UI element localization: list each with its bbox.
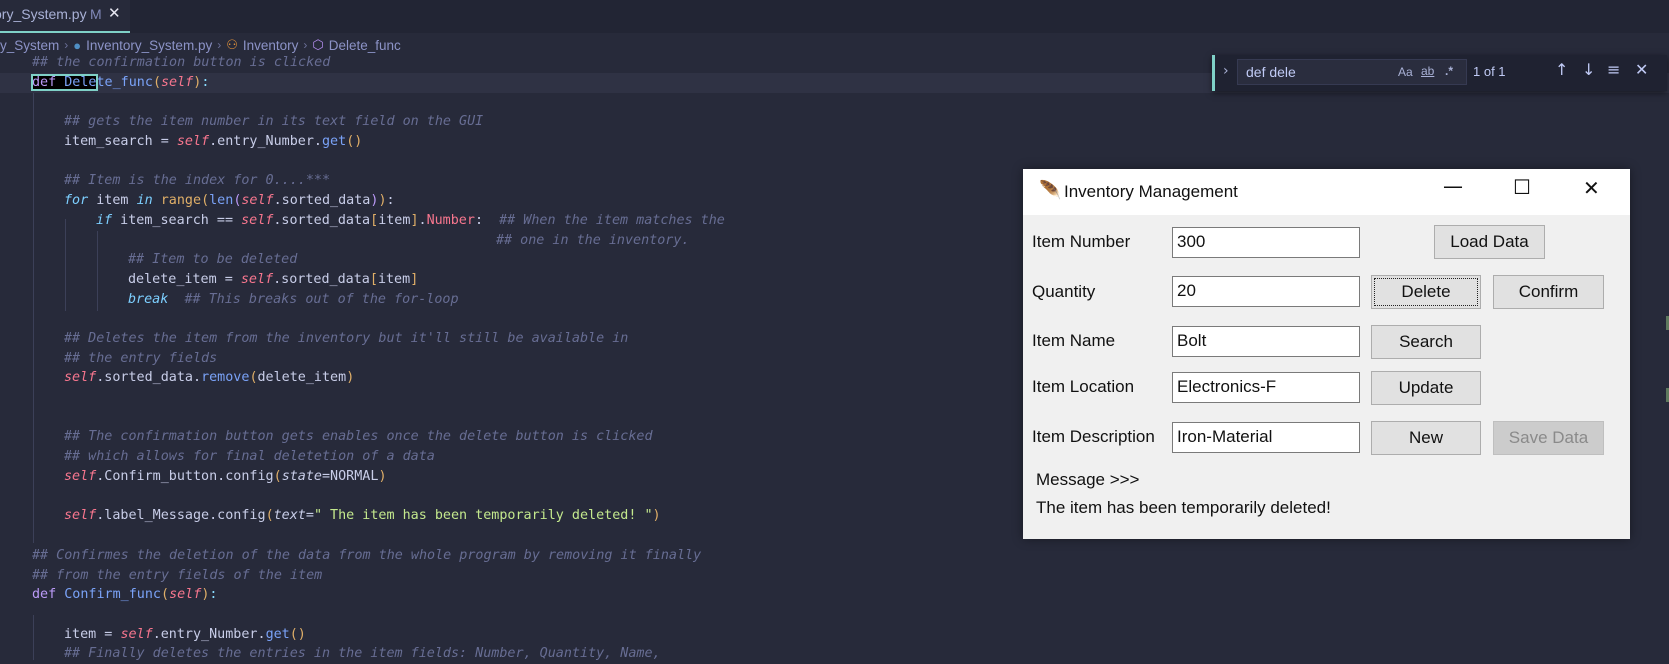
window-title: Inventory Management — [1064, 182, 1238, 201]
tab-filename: ory_System.py — [0, 6, 87, 22]
confirm-button[interactable]: Confirm — [1493, 275, 1604, 309]
code-line: ## Item to be deleted — [128, 252, 298, 267]
code-line: def Delete_func(self): — [31, 74, 210, 91]
close-icon[interactable]: ✕ — [108, 4, 121, 22]
save-data-button: Save Data — [1493, 421, 1604, 455]
indent-guide — [65, 219, 66, 311]
item-description-input[interactable]: Iron-Material — [1172, 422, 1360, 453]
close-icon[interactable]: ✕ — [1635, 60, 1648, 79]
minimize-icon[interactable]: — — [1443, 174, 1463, 198]
chevron-right-icon: › — [64, 38, 69, 52]
code-line: ## Item is the index for 0....*** — [64, 173, 331, 188]
item-number-input[interactable]: 300 — [1172, 227, 1360, 258]
code-line: self.Confirm_button.config(state=NORMAL) — [64, 469, 387, 484]
previous-match-arrow-up-icon[interactable]: ↑ — [1555, 60, 1568, 79]
find-input[interactable]: def dele Aa ab .* — [1237, 59, 1467, 85]
match-count: 1 of 1 — [1473, 64, 1506, 79]
feather-app-icon: 🪶 — [1039, 180, 1062, 200]
code-line: ## gets the item number in its text fiel… — [64, 114, 484, 129]
item-description-label: Item Description — [1032, 427, 1155, 446]
tab-inventory-system[interactable]: ory_System.py M ✕ — [0, 0, 130, 33]
tab-bar: ory_System.py M ✕ — [0, 0, 1669, 33]
whole-word-icon[interactable]: ab — [1421, 64, 1434, 78]
code-line: ## Confirmes the deletion of the data fr… — [32, 548, 702, 563]
toggle-replace-chevron-icon[interactable]: › — [1223, 63, 1229, 79]
maximize-icon[interactable]: ☐ — [1513, 175, 1531, 199]
code-line: ## Deletes the item from the inventory b… — [64, 331, 629, 346]
indent-guide — [33, 93, 34, 543]
python-icon: ● — [73, 37, 82, 53]
code-line: ## which allows for final deletetion of … — [64, 449, 435, 464]
indent-guide — [97, 231, 98, 311]
new-button[interactable]: New — [1371, 421, 1481, 455]
search-match-highlight: def Dele — [31, 74, 98, 91]
code-line: if item_search == self.sorted_data[item]… — [96, 213, 725, 228]
method-cube-icon: ⬡ — [312, 37, 324, 52]
item-location-label: Item Location — [1032, 377, 1135, 396]
code-line: item = self.entry_Number.get() — [64, 627, 306, 642]
code-line: self.sorted_data.remove(delete_item) — [64, 370, 355, 385]
breadcrumb-item-folder[interactable]: y_System — [0, 38, 59, 53]
class-icon: ⚇ — [226, 37, 238, 52]
item-name-label: Item Name — [1032, 331, 1116, 350]
code-line: item_search = self.entry_Number.get() — [64, 134, 363, 149]
update-button[interactable]: Update — [1371, 371, 1481, 405]
code-line: ## one in the inventory. — [496, 233, 690, 248]
inventory-management-window: 🪶 Inventory Management — ☐ ✕ Item Number… — [1023, 169, 1630, 539]
code-line: delete_item = self.sorted_data[item] — [128, 272, 419, 287]
next-match-arrow-down-icon[interactable]: ↓ — [1582, 60, 1595, 79]
breadcrumb: y_System › ● Inventory_System.py › ⚇ Inv… — [0, 35, 401, 55]
breadcrumb-item-method[interactable]: Delete_func — [329, 38, 401, 53]
code-line: ## from the entry fields of the item — [32, 568, 323, 583]
search-button[interactable]: Search — [1371, 325, 1481, 359]
breadcrumb-item-class[interactable]: Inventory — [243, 38, 299, 53]
modified-badge: M — [90, 6, 102, 22]
quantity-label: Quantity — [1032, 282, 1096, 301]
chevron-right-icon: › — [217, 38, 222, 52]
code-line: self.label_Message.config(text=" The ite… — [64, 508, 661, 523]
close-icon[interactable]: ✕ — [1583, 176, 1600, 200]
code-line: ## Finally deletes the entries in the it… — [64, 646, 661, 661]
regex-icon[interactable]: .* — [1445, 64, 1453, 78]
chevron-right-icon: › — [303, 38, 308, 52]
find-in-selection-icon[interactable]: ≡ — [1607, 60, 1620, 79]
indent-guide — [33, 615, 34, 660]
window-titlebar[interactable]: 🪶 Inventory Management — ☐ ✕ — [1023, 169, 1630, 215]
item-name-input[interactable]: Bolt — [1172, 326, 1360, 357]
code-line: ## the entry fields — [64, 351, 218, 366]
breadcrumb-item-file[interactable]: Inventory_System.py — [86, 38, 212, 53]
delete-button[interactable]: Delete — [1371, 275, 1481, 309]
code-line: ## the confirmation button is clicked — [32, 55, 331, 70]
message-header: Message >>> — [1036, 470, 1140, 489]
code-line: ## The confirmation button gets enables … — [64, 429, 653, 444]
load-data-button[interactable]: Load Data — [1434, 225, 1545, 259]
find-widget: › def dele Aa ab .* 1 of 1 ↑ ↓ ≡ ✕ — [1212, 55, 1667, 91]
find-query: def dele — [1246, 64, 1296, 80]
match-case-icon[interactable]: Aa — [1398, 65, 1413, 79]
quantity-input[interactable]: 20 — [1172, 276, 1360, 307]
item-number-label: Item Number — [1032, 232, 1131, 251]
code-line: for item in range(len(self.sorted_data))… — [64, 193, 395, 208]
status-message: The item has been temporarily deleted! — [1036, 498, 1331, 517]
code-line: def Confirm_func(self): — [32, 587, 218, 602]
code-line: break ## This breaks out of the for-loop — [128, 292, 459, 307]
item-location-input[interactable]: Electronics-F — [1172, 372, 1360, 403]
